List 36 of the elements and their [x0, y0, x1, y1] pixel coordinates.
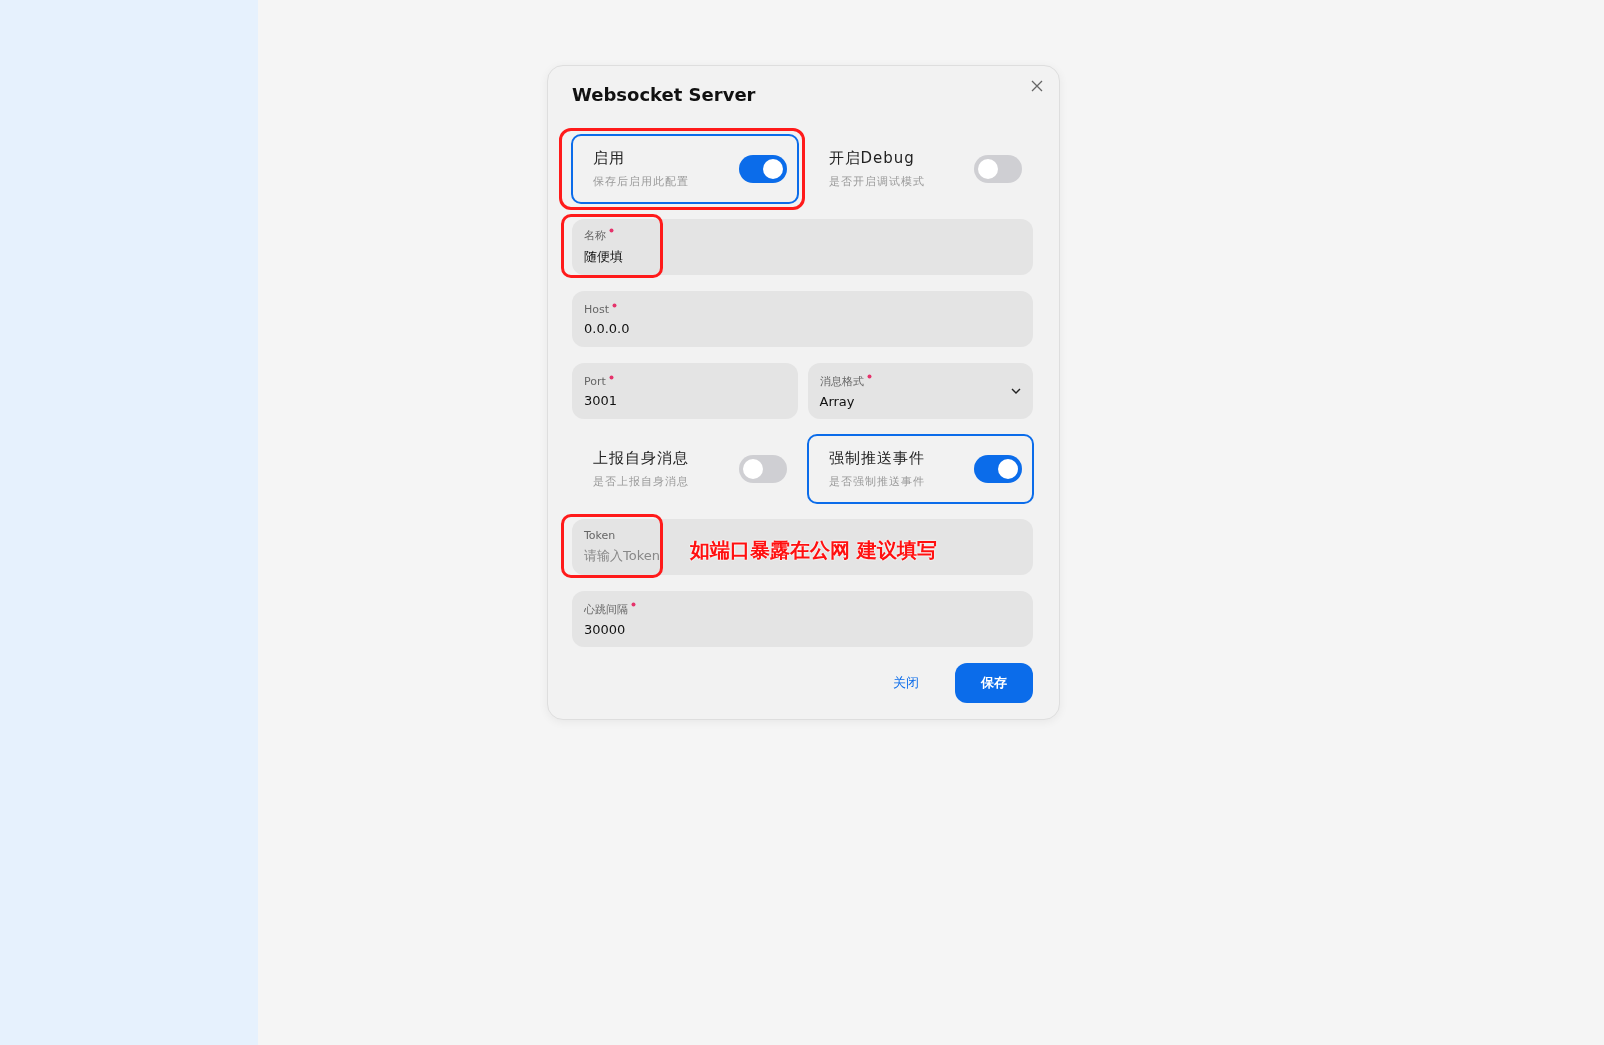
close-icon[interactable] [1029, 78, 1045, 94]
close-button[interactable]: 关闭 [881, 663, 931, 703]
field-value: 随便填 [584, 248, 623, 266]
input-field[interactable]: Port 3001 [572, 363, 798, 419]
input-field[interactable]: Host 0.0.0.0 [572, 291, 1033, 347]
field-label: 名称 [584, 228, 606, 243]
save-button[interactable]: 保存 [955, 663, 1033, 703]
switch-label: 开启Debug [828, 149, 916, 168]
toggle-switch[interactable] [974, 455, 1022, 483]
field-value: 0.0.0.0 [584, 320, 630, 336]
switch-description: 是否开启调试模式 [828, 174, 925, 189]
switch-description: 是否上报自身消息 [593, 474, 689, 489]
toggle-switch[interactable] [738, 155, 787, 183]
input-field[interactable]: Token 请输入Token 如端口暴露在公网 建议填写 [572, 519, 1033, 575]
switch-label: 强制推送事件 [828, 449, 925, 468]
field-value: 3001 [584, 392, 618, 408]
annotation-text: 如端口暴露在公网 建议填写 [690, 537, 937, 564]
field-label: Token [584, 529, 616, 542]
placeholder-text: 请输入Token [584, 547, 660, 565]
field-value: Array [819, 393, 855, 409]
field-value: 30000 [584, 621, 626, 637]
input-field[interactable]: 名称 随便填 [572, 219, 1033, 275]
field-label: Host [584, 302, 610, 316]
switch-description: 是否强制推送事件 [828, 474, 925, 489]
toggle-switch[interactable] [974, 155, 1022, 183]
switch-label: 启用 [593, 149, 626, 168]
switch-description: 保存后启用此配置 [593, 174, 689, 189]
field-label: Port [584, 374, 606, 388]
field-label: 消息格式 [819, 373, 864, 389]
field-label: 心跳间隔 [584, 601, 628, 617]
dialog-title: Websocket Server [572, 83, 757, 107]
toggle-switch[interactable] [738, 455, 787, 483]
switch-label: 上报自身消息 [593, 449, 689, 468]
input-field[interactable]: 心跳间隔 30000 [572, 591, 1033, 647]
chevron-down-icon [1011, 388, 1021, 394]
select-field[interactable]: 消息格式 Array [807, 363, 1033, 419]
